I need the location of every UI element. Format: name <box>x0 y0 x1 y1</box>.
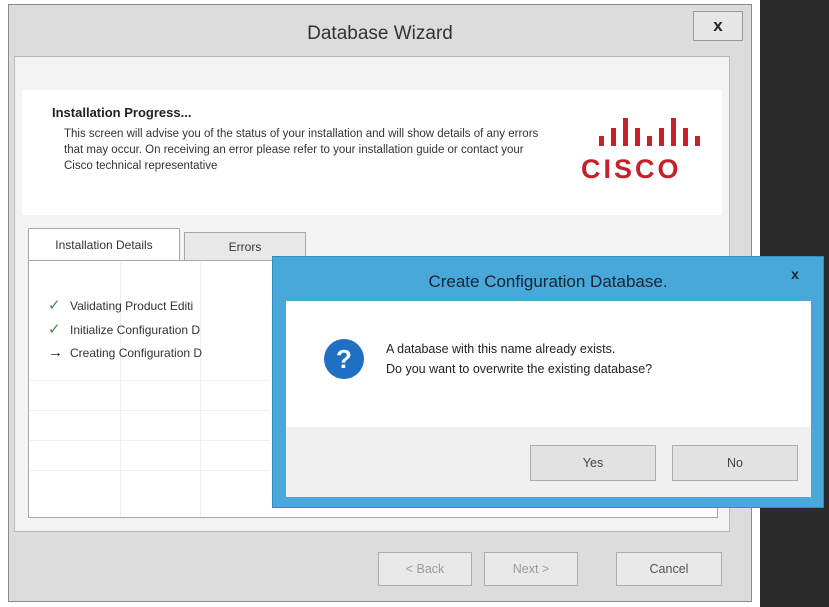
back-button[interactable]: < Back <box>378 552 472 586</box>
check-icon: ✓ <box>48 321 61 338</box>
header-title: Installation Progress... <box>52 105 192 120</box>
cisco-wordmark: CISCO <box>581 154 682 184</box>
grid-line <box>30 470 270 471</box>
step-label: Initialize Configuration D <box>70 323 201 337</box>
question-icon: ? <box>324 339 364 379</box>
cisco-logo: CISCO <box>577 110 727 190</box>
step-item: ✓ Validating Product Editi <box>48 296 193 314</box>
dialog-message-line1: A database with this name already exists… <box>386 342 616 356</box>
dialog-close-button[interactable]: x <box>775 263 815 285</box>
arrow-icon: → <box>48 344 63 361</box>
cancel-button[interactable]: Cancel <box>616 552 722 586</box>
yes-button[interactable]: Yes <box>530 445 656 481</box>
dialog-message-line2: Do you want to overwrite the existing da… <box>386 362 653 376</box>
wizard-close-button[interactable]: x <box>693 11 743 41</box>
step-label: Creating Configuration D <box>70 346 203 360</box>
grid-line <box>30 380 270 381</box>
tab-installation-details[interactable]: Installation Details <box>28 228 180 261</box>
check-icon: ✓ <box>48 297 61 314</box>
step-label: Validating Product Editi <box>70 299 194 313</box>
grid-line <box>30 440 270 441</box>
wizard-title: Database Wizard <box>307 23 453 44</box>
dialog-title: Create Configuration Database. <box>428 272 668 291</box>
no-button[interactable]: No <box>672 445 798 481</box>
grid-line <box>200 262 201 516</box>
cisco-bars-icon <box>599 118 700 146</box>
create-config-db-dialog: Create Configuration Database. x ? A dat… <box>272 256 824 508</box>
step-item: ✓ Initialize Configuration D <box>48 320 200 338</box>
header-panel: Installation Progress... This screen wil… <box>22 90 722 215</box>
step-item: → Creating Configuration D <box>48 344 202 361</box>
grid-line <box>30 410 270 411</box>
wizard-titlebar: Database Wizard x <box>9 5 751 59</box>
header-description: This screen will advise you of the statu… <box>64 128 539 172</box>
next-button[interactable]: Next > <box>484 552 578 586</box>
dialog-content: ? A database with this name already exis… <box>286 301 811 497</box>
